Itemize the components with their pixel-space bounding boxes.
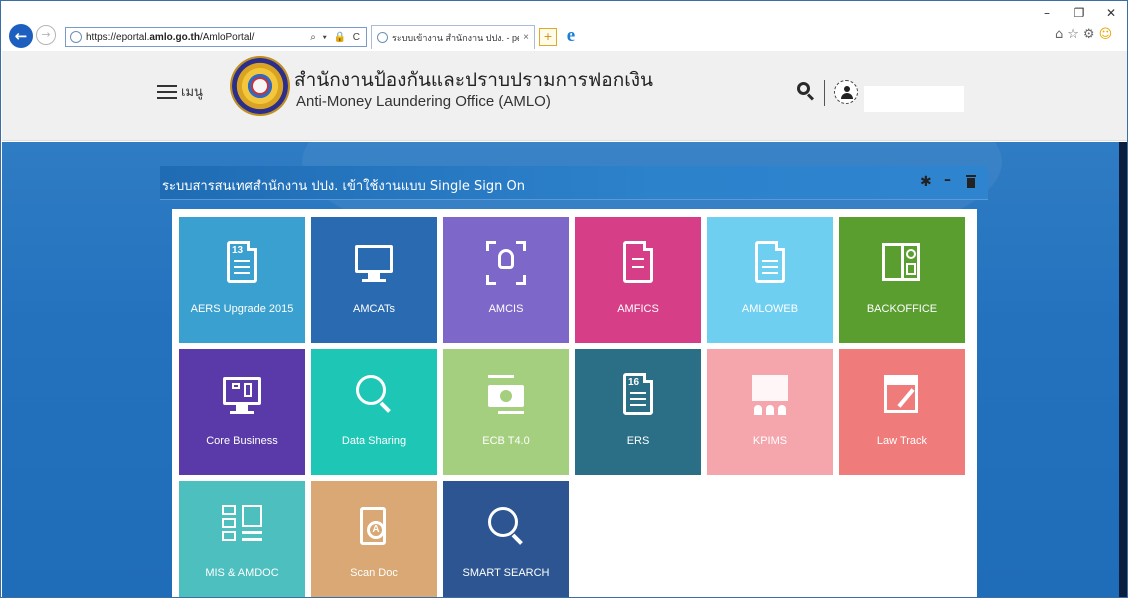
main-content: ระบบสารสนเทศสำนักงาน ปปง. เข้าใช้งานแบบ …	[2, 142, 1127, 597]
trash-icon[interactable]	[966, 175, 976, 188]
tile-label: ECB T4.0	[482, 435, 530, 447]
tile-backoffice[interactable]: BACKOFFICE	[839, 217, 965, 343]
tile-label: SMART SEARCH	[462, 567, 550, 579]
checklist-icon	[222, 505, 262, 549]
feedback-smile-icon[interactable]: ☺	[1099, 27, 1117, 42]
tile-data-sharing[interactable]: Data Sharing	[311, 349, 437, 475]
user-avatar-icon[interactable]	[834, 80, 858, 104]
tile-label: Data Sharing	[341, 435, 407, 447]
tile-smart-search[interactable]: SMART SEARCH	[443, 481, 569, 597]
clipboard-scan-icon: A	[354, 505, 394, 549]
tile-label: BACKOFFICE	[866, 303, 938, 315]
tab-title: ระบบเข้างาน สำนักงาน ปปง. - pe...	[392, 32, 520, 43]
panel-title: ระบบสารสนเทศสำนักงาน ปปง. เข้าใช้งานแบบ …	[162, 179, 525, 194]
tile-amloweb[interactable]: AMLOWEB	[707, 217, 833, 343]
site-globe-icon	[70, 31, 82, 43]
window-minimize-button[interactable]: –	[1035, 5, 1059, 21]
document-lines-icon	[750, 241, 790, 285]
browser-window: ← → https://eportal.amlo.go.th/AmloPorta…	[0, 0, 1128, 598]
tile-ers[interactable]: 16 ERS	[575, 349, 701, 475]
address-bar[interactable]: https://eportal.amlo.go.th/AmloPortal/ ⌕…	[65, 27, 367, 47]
tab-close-icon[interactable]: ×	[523, 32, 529, 43]
tile-label: AMFICS	[617, 303, 659, 315]
tile-scan-doc[interactable]: A Scan Doc	[311, 481, 437, 597]
hamburger-icon	[157, 84, 177, 99]
tile-core-business[interactable]: Core Business	[179, 349, 305, 475]
ie-logo-icon: e	[566, 25, 576, 46]
magnifier-icon	[354, 373, 394, 417]
magnifier-icon	[486, 505, 526, 549]
address-url[interactable]: https://eportal.amlo.go.th/AmloPortal/	[86, 32, 310, 43]
document-16-icon: 16	[618, 373, 658, 417]
browser-tools-icon	[882, 373, 922, 417]
tile-ecb-t40[interactable]: ECB T4.0	[443, 349, 569, 475]
tile-law-track[interactable]: Law Track	[839, 349, 965, 475]
tile-mis-amdoc[interactable]: MIS & AMDOC	[179, 481, 305, 597]
face-scan-icon	[486, 241, 526, 285]
tile-label: AMCATs	[353, 303, 395, 315]
org-name-english: Anti-Money Laundering Office (AMLO)	[296, 93, 551, 110]
back-arrow-icon[interactable]: ←	[9, 24, 33, 48]
app-tile-grid: 13 AERS Upgrade 2015 AMCATs AMCIS AMFICS…	[172, 209, 977, 597]
org-name-thai: สำนักงานป้องกันและปราบปรามการฟอกเงิน	[294, 69, 653, 91]
browser-toolbar-icons[interactable]: ⌂☆⚙☺	[1055, 27, 1116, 42]
tile-aers-upgrade-2015[interactable]: 13 AERS Upgrade 2015	[179, 217, 305, 343]
gear-icon[interactable]: ✱	[920, 174, 932, 190]
forward-arrow-icon[interactable]: →	[36, 25, 56, 45]
address-tools-icons[interactable]: ⌕ ▾ 🔒 C	[310, 32, 362, 43]
panel-header: ระบบสารสนเทศสำนักงาน ปปง. เข้าใช้งานแบบ …	[160, 166, 988, 200]
document-exchange-icon	[618, 241, 658, 285]
amlo-seal-logo	[232, 58, 288, 114]
collapse-icon[interactable]: –	[944, 172, 951, 188]
menu-label: เมนู	[181, 85, 203, 100]
browser-chrome: ← → https://eportal.amlo.go.th/AmloPorta…	[1, 1, 1127, 51]
tile-label: KPIMS	[752, 435, 788, 447]
tile-label: AMCIS	[488, 303, 524, 315]
tile-label: ERS	[626, 435, 650, 447]
window-maximize-button[interactable]: ❐	[1067, 5, 1091, 21]
hierarchy-monitor-icon	[222, 373, 262, 417]
tile-label: AERS Upgrade 2015	[190, 303, 294, 315]
scrollbar-track[interactable]	[1119, 142, 1127, 597]
tile-label: MIS & AMDOC	[205, 567, 279, 579]
presentation-icon	[750, 373, 790, 417]
money-transfer-icon	[486, 373, 526, 417]
menu-button[interactable]: เมนู	[157, 81, 203, 102]
tile-label: Core Business	[206, 435, 278, 447]
tile-kpims[interactable]: KPIMS	[707, 349, 833, 475]
site-header: เมนู สำนักงานป้องกันและปราบปรามการฟอกเงิ…	[2, 51, 1127, 141]
username-box[interactable]	[864, 86, 964, 112]
tile-amcats[interactable]: AMCATs	[311, 217, 437, 343]
tile-amcis[interactable]: AMCIS	[443, 217, 569, 343]
tile-label: Law Track	[876, 435, 928, 447]
search-icon[interactable]	[797, 82, 815, 101]
window-close-button[interactable]: ✕	[1099, 5, 1123, 21]
tile-amfics[interactable]: AMFICS	[575, 217, 701, 343]
tile-label: Scan Doc	[350, 567, 398, 579]
tab-globe-icon	[377, 32, 388, 43]
document-13-icon: 13	[222, 241, 262, 285]
forms-icon	[882, 241, 922, 285]
header-divider	[824, 80, 825, 106]
browser-tab-active[interactable]: ระบบเข้างาน สำนักงาน ปปง. - pe... ×	[371, 25, 535, 49]
monitor-icon	[354, 241, 394, 285]
new-tab-icon[interactable]: +	[539, 28, 557, 46]
tile-label: AMLOWEB	[741, 303, 799, 315]
